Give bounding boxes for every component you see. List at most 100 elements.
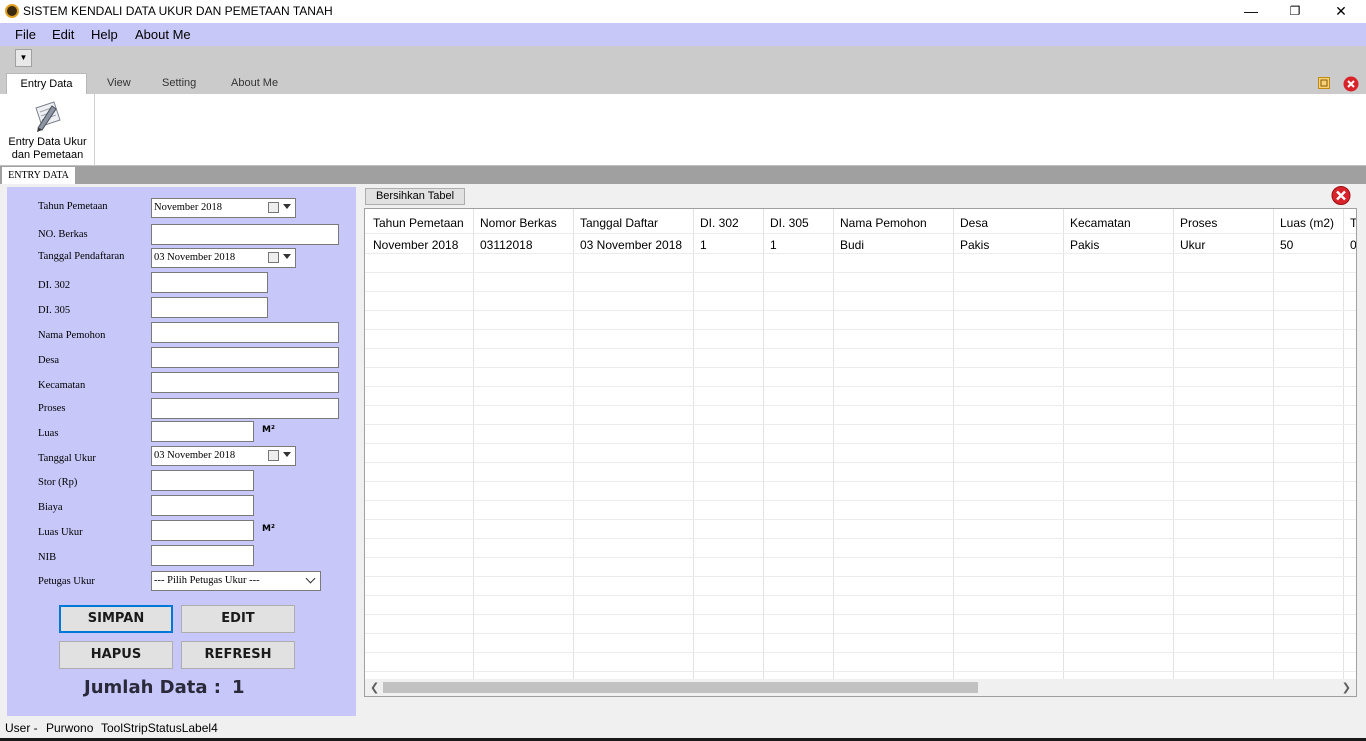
grid-row-line — [365, 557, 1356, 558]
column-header[interactable]: DI. 302 — [700, 216, 739, 230]
entry-data-ukur-label: Entry Data Ukur dan Pemetaan — [0, 136, 95, 162]
menu-file[interactable]: File — [15, 27, 36, 42]
bersihkan-tabel-button[interactable]: Bersihkan Tabel — [365, 188, 465, 205]
table-cell[interactable]: Pakis — [960, 238, 989, 252]
dropdown-arrow-icon — [283, 254, 291, 259]
label-biaya: Biaya — [38, 502, 63, 513]
close-window-button[interactable]: ✕ — [1318, 0, 1364, 23]
column-header[interactable]: Luas (m2) — [1280, 216, 1334, 230]
table-cell[interactable]: November 2018 — [373, 238, 458, 252]
scroll-right-icon[interactable]: ❯ — [1342, 681, 1351, 694]
menu-edit[interactable]: Edit — [52, 27, 74, 42]
column-header[interactable]: T — [1350, 216, 1356, 230]
column-header[interactable]: Desa — [960, 216, 988, 230]
table-cell[interactable]: 03112018 — [480, 238, 533, 252]
luas-input[interactable] — [151, 421, 254, 442]
grid-row-line — [365, 633, 1356, 634]
tahun-pemetaan-value: November 2018 — [154, 202, 222, 213]
di305-input[interactable] — [151, 297, 268, 318]
desa-input[interactable] — [151, 347, 339, 368]
tab-entry-data-document[interactable]: ENTRY DATA — [2, 167, 75, 184]
table-cell[interactable]: 1 — [700, 238, 707, 252]
maximize-button[interactable]: ❐ — [1272, 0, 1318, 23]
minimize-button[interactable]: — — [1228, 0, 1274, 23]
grid-column — [474, 209, 574, 679]
tanggal-pendaftaran-picker[interactable]: 03 November 2018 — [151, 248, 296, 268]
hapus-button[interactable]: HAPUS — [59, 641, 173, 669]
scrollbar-thumb[interactable] — [383, 682, 978, 693]
grid-column — [764, 209, 834, 679]
column-header[interactable]: Nama Pemohon — [840, 216, 927, 230]
tab-setting[interactable]: Setting — [162, 77, 196, 89]
menu-about-me[interactable]: About Me — [135, 27, 191, 42]
grid-row-line — [365, 291, 1356, 292]
grid-row-line — [365, 538, 1356, 539]
entry-data-label-line1: Entry Data Ukur — [8, 136, 87, 148]
entry-form-panel: Tahun Pemetaan November 2018 NO. Berkas … — [7, 187, 356, 716]
nib-input[interactable] — [151, 545, 254, 566]
calendar-icon — [268, 202, 279, 213]
di302-input[interactable] — [151, 272, 268, 293]
tab-view[interactable]: View — [107, 77, 131, 89]
refresh-button[interactable]: REFRESH — [181, 641, 295, 669]
scroll-left-icon[interactable]: ❮ — [370, 681, 379, 694]
grid-column — [574, 209, 694, 679]
table-cell[interactable]: Ukur — [1180, 238, 1205, 252]
kecamatan-input[interactable] — [151, 372, 339, 393]
luas-unit: M² — [262, 425, 275, 435]
label-luas-ukur: Luas Ukur — [38, 527, 83, 538]
luas-ukur-unit: M² — [262, 524, 275, 534]
petugas-ukur-select[interactable]: --- Pilih Petugas Ukur --- — [151, 571, 321, 591]
column-header[interactable]: Nomor Berkas — [480, 216, 557, 230]
table-cell[interactable]: 03 November 2018 — [580, 238, 682, 252]
table-cell[interactable]: 50 — [1280, 238, 1293, 252]
proses-input[interactable] — [151, 398, 339, 419]
table-cell[interactable]: Budi — [840, 238, 864, 252]
tahun-pemetaan-picker[interactable]: November 2018 — [151, 198, 296, 218]
table-cell[interactable]: Pakis — [1070, 238, 1099, 252]
edit-button[interactable]: EDIT — [181, 605, 295, 633]
label-tanggal-ukur: Tanggal Ukur — [38, 453, 96, 464]
menu-help[interactable]: Help — [91, 27, 118, 42]
column-header[interactable]: Kecamatan — [1070, 216, 1131, 230]
entry-data-ukur-button[interactable]: Entry Data Ukur dan Pemetaan — [0, 94, 95, 166]
status-user-label: User - — [5, 721, 38, 735]
biaya-input[interactable] — [151, 495, 254, 516]
data-grid[interactable]: Tahun Pemetaan Nomor Berkas Tanggal Daft… — [364, 208, 1357, 697]
tab-entry-data[interactable]: Entry Data — [6, 73, 87, 94]
nama-pemohon-input[interactable] — [151, 322, 339, 343]
grid-row-line — [365, 481, 1356, 482]
dropdown-arrow-icon — [283, 452, 291, 457]
jumlah-data-value: 1 — [232, 677, 245, 698]
close-ribbon-icon[interactable] — [1343, 76, 1359, 92]
grid-row-line — [365, 595, 1356, 596]
luas-ukur-input[interactable] — [151, 520, 254, 541]
grid-row-line — [365, 671, 1356, 672]
grid-row-line — [365, 652, 1356, 653]
no-berkas-input[interactable] — [151, 224, 339, 245]
close-grid-icon[interactable] — [1330, 186, 1352, 205]
table-cell[interactable]: 1 — [770, 238, 777, 252]
quick-access-toolbar: ▼ — [0, 46, 1366, 70]
quick-access-dropdown-icon[interactable]: ▼ — [15, 49, 32, 67]
column-header[interactable]: Tahun Pemetaan — [373, 216, 464, 230]
stor-input[interactable] — [151, 470, 254, 491]
column-header[interactable]: Tanggal Daftar — [580, 216, 658, 230]
ribbon-body: Entry Data Ukur dan Pemetaan — [0, 94, 1366, 166]
tanggal-ukur-picker[interactable]: 03 November 2018 — [151, 446, 296, 466]
restore-mdi-icon[interactable] — [1318, 77, 1330, 89]
table-cell[interactable]: 0 — [1350, 238, 1356, 252]
label-tanggal-pendaftaran: Tanggal Pendaftaran — [38, 251, 125, 262]
grid-row-line — [365, 233, 1356, 234]
chevron-down-icon — [305, 573, 316, 584]
tab-about-me[interactable]: About Me — [231, 77, 278, 89]
grid-row-line — [365, 348, 1356, 349]
column-header[interactable]: DI. 305 — [770, 216, 809, 230]
grid-row-line — [365, 253, 1356, 254]
label-kecamatan: Kecamatan — [38, 380, 86, 391]
horizontal-scrollbar[interactable]: ❮ ❯ — [365, 679, 1356, 696]
grid-column — [1174, 209, 1274, 679]
simpan-button[interactable]: SIMPAN — [59, 605, 173, 633]
label-luas: Luas — [38, 428, 59, 439]
column-header[interactable]: Proses — [1180, 216, 1217, 230]
